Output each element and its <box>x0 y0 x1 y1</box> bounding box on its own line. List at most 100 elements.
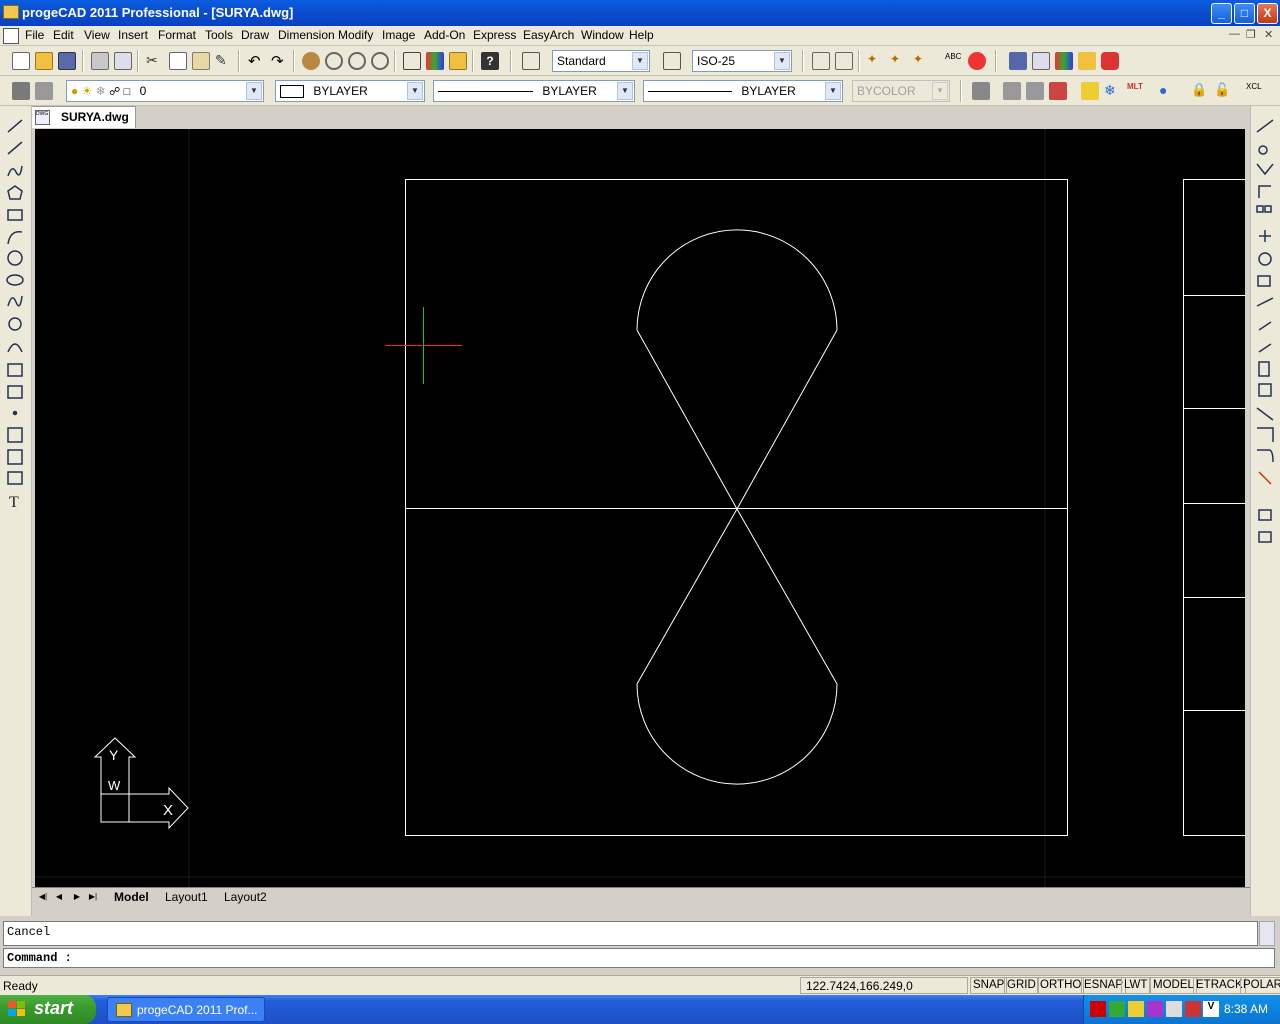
document-tab[interactable]: DWG SURYA.dwg <box>30 106 136 128</box>
menu-edit[interactable]: Edit <box>53 28 74 42</box>
taskbar-item-progecad[interactable]: progeCAD 2011 Prof... <box>107 997 265 1022</box>
chevron-down-icon[interactable]: ▼ <box>774 52 790 70</box>
lineweight-select[interactable]: BYLAYER ▼ <box>643 80 843 102</box>
design-center-icon[interactable] <box>449 52 467 70</box>
find-icon[interactable] <box>968 52 986 70</box>
open-icon[interactable] <box>35 52 53 70</box>
copy-icon[interactable] <box>169 52 187 70</box>
save-icon[interactable] <box>58 52 76 70</box>
doc-minimize-icon[interactable]: — <box>1229 28 1240 40</box>
spell-check-icon[interactable]: ABC <box>945 52 963 70</box>
last-tab-icon[interactable]: ▶| <box>86 891 100 904</box>
help-icon[interactable]: ? <box>481 52 499 70</box>
menu-file[interactable]: File <box>25 28 44 42</box>
doc-close-icon[interactable]: ✕ <box>1264 28 1273 41</box>
close-button[interactable]: X <box>1257 3 1278 24</box>
tab-model[interactable]: Model <box>114 890 149 904</box>
draw-order-icon[interactable] <box>403 52 421 70</box>
freeze-icon[interactable]: ❄ <box>1104 82 1122 100</box>
menu-express[interactable]: Express <box>473 28 516 42</box>
tab-layout2[interactable]: Layout2 <box>224 890 267 904</box>
etrack-toggle[interactable]: ETRACK <box>1193 977 1246 994</box>
dim-style-icon[interactable] <box>663 52 681 70</box>
zoom-previous-icon[interactable] <box>371 52 389 70</box>
app-tray-icon[interactable] <box>1147 1001 1163 1017</box>
undo-icon[interactable]: ↶ <box>248 52 266 70</box>
lock-icon[interactable]: 🔒 <box>1191 82 1209 100</box>
snap-intersection-icon[interactable]: ✦ <box>913 52 931 70</box>
layer-previous-icon[interactable] <box>35 82 53 100</box>
menu-window[interactable]: Window <box>581 28 624 42</box>
hatch-icon[interactable] <box>1032 52 1050 70</box>
esnap-toggle[interactable]: ESNAP <box>1081 977 1126 994</box>
layer-delete-icon[interactable] <box>1049 82 1067 100</box>
text-style-icon[interactable] <box>522 52 540 70</box>
layer-tools-icon[interactable] <box>972 82 990 100</box>
print-icon[interactable] <box>91 52 109 70</box>
zoom-realtime-icon[interactable] <box>325 52 343 70</box>
doc-restore-icon[interactable]: ❐ <box>1246 28 1256 41</box>
paste-icon[interactable] <box>192 52 210 70</box>
menu-add-on[interactable]: Add-On <box>424 28 465 42</box>
chevron-down-icon[interactable]: ▼ <box>407 82 423 100</box>
grid-toggle[interactable]: GRID <box>1004 977 1039 994</box>
unlock-icon[interactable]: 🔓 <box>1214 82 1232 100</box>
layer-select[interactable]: ● ☀ ❄ ☍ □ 0 ▼ <box>66 80 264 102</box>
zoom-window-icon[interactable] <box>348 52 366 70</box>
menu-modify[interactable]: Modify <box>338 28 373 42</box>
update-icon[interactable] <box>1185 1001 1201 1017</box>
model-toggle[interactable]: MODEL <box>1150 977 1197 994</box>
command-scrollbar[interactable] <box>1259 921 1275 946</box>
new-icon[interactable] <box>12 52 30 70</box>
menu-format[interactable]: Format <box>158 28 196 42</box>
xref-icon[interactable] <box>1078 52 1096 70</box>
maximize-button[interactable]: □ <box>1234 3 1255 24</box>
lwt-toggle[interactable]: LWT <box>1121 977 1151 994</box>
match-properties-icon[interactable]: ✎ <box>215 52 233 70</box>
snap-toggle[interactable]: SNAP <box>970 977 1008 994</box>
pan-icon[interactable] <box>302 52 320 70</box>
properties-icon[interactable] <box>426 52 444 70</box>
snap-settings-icon[interactable] <box>812 52 830 70</box>
chevron-down-icon[interactable]: ▼ <box>617 82 633 100</box>
layer-manager-icon[interactable] <box>12 82 30 100</box>
start-button[interactable]: start <box>0 995 96 1024</box>
print-preview-icon[interactable] <box>114 52 132 70</box>
redo-icon[interactable]: ↷ <box>271 52 289 70</box>
chevron-down-icon[interactable]: ▼ <box>632 52 648 70</box>
drawing-canvas[interactable]: Y W X <box>35 129 1245 887</box>
ati-icon[interactable] <box>1090 1001 1106 1017</box>
menu-view[interactable]: View <box>84 28 110 42</box>
ortho-toggle[interactable]: ORTHO <box>1037 977 1085 994</box>
volume-icon[interactable] <box>1166 1001 1182 1017</box>
menu-dimension[interactable]: Dimension <box>278 28 335 42</box>
network-icon[interactable] <box>1109 1001 1125 1017</box>
menu-draw[interactable]: Draw <box>241 28 269 42</box>
snap-clear-icon[interactable] <box>835 52 853 70</box>
minimize-button[interactable]: _ <box>1211 3 1232 24</box>
layer-isolate-icon[interactable] <box>1003 82 1021 100</box>
app-icon[interactable] <box>3 5 19 19</box>
document-icon[interactable] <box>3 28 19 44</box>
layer-on-icon[interactable]: ● <box>1159 82 1177 100</box>
layer-match-icon[interactable] <box>1081 82 1099 100</box>
prev-tab-icon[interactable]: ◀ <box>52 891 66 904</box>
chevron-down-icon[interactable]: ▼ <box>246 82 262 100</box>
snap-midpoint-icon[interactable]: ✦ <box>890 52 908 70</box>
xcl-icon[interactable]: XCL <box>1246 82 1264 100</box>
publish-icon[interactable] <box>1101 52 1119 70</box>
explorer-icon[interactable] <box>1009 52 1027 70</box>
command-input[interactable]: Command : <box>3 948 1275 968</box>
next-tab-icon[interactable]: ▶ <box>70 891 84 904</box>
menu-easyarch[interactable]: EasyArch <box>523 28 574 42</box>
menu-insert[interactable]: Insert <box>118 28 148 42</box>
dim-style-select[interactable]: ISO-25 ▼ <box>692 50 792 72</box>
tab-layout1[interactable]: Layout1 <box>165 890 208 904</box>
multi-layer-icon[interactable]: MLT <box>1127 82 1145 100</box>
cut-icon[interactable]: ✂ <box>146 52 164 70</box>
chevron-down-icon[interactable]: ▼ <box>825 82 841 100</box>
snap-endpoint-icon[interactable]: ✦ <box>867 52 885 70</box>
color-select[interactable]: BYLAYER ▼ <box>275 80 425 102</box>
image-manager-icon[interactable] <box>1055 52 1073 70</box>
first-tab-icon[interactable]: ◀| <box>36 891 50 904</box>
